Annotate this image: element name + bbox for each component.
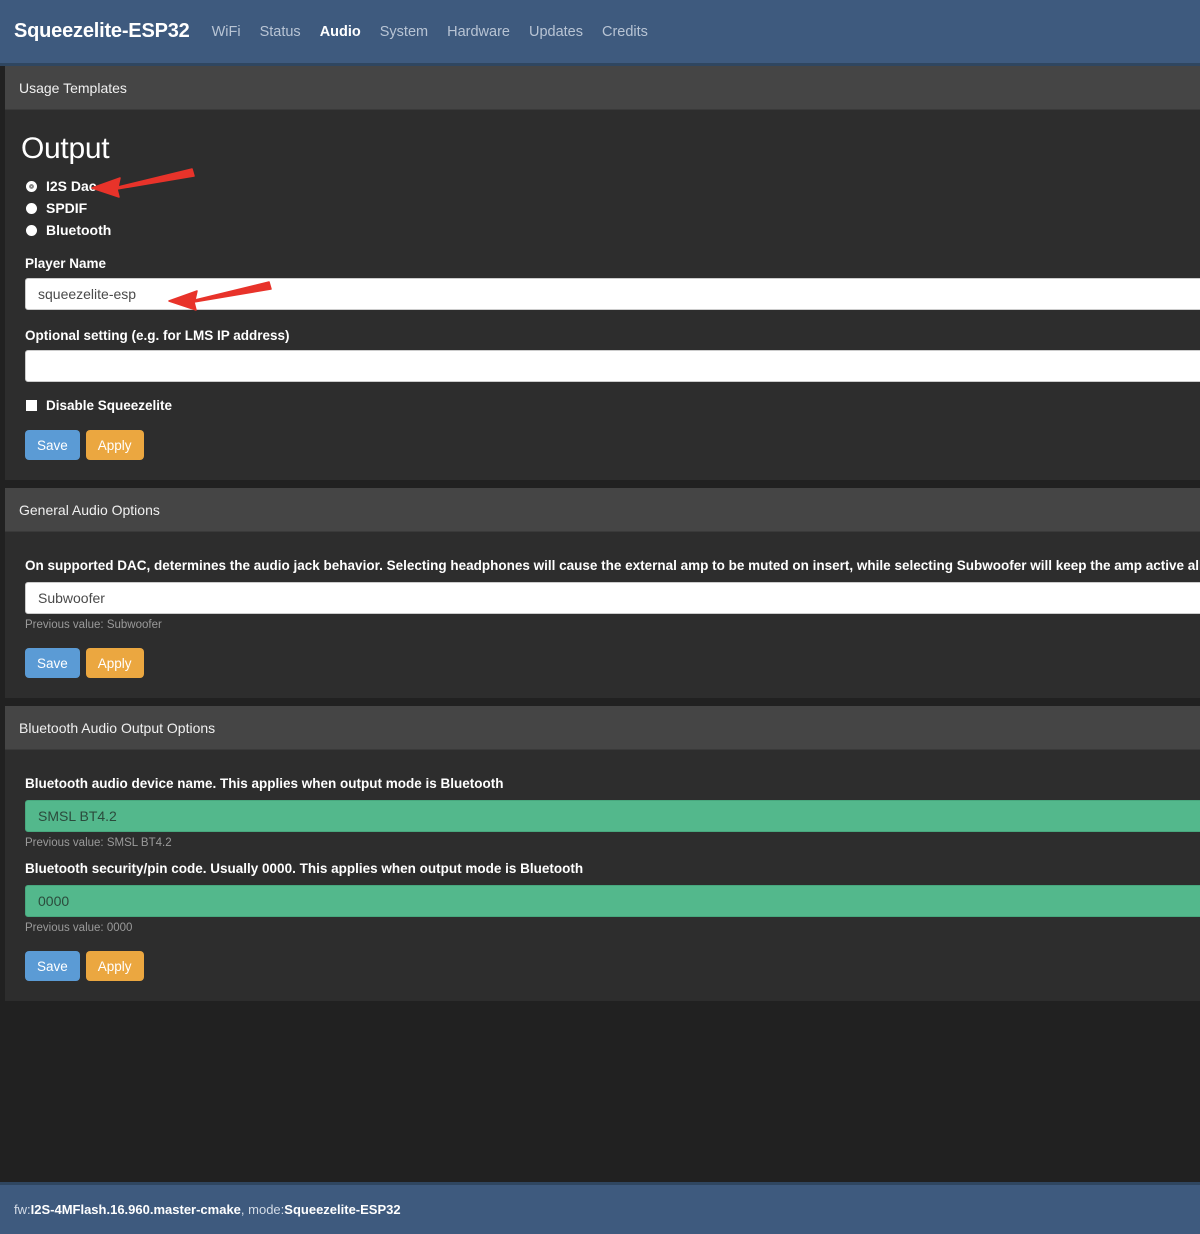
panel-body-usage-templates: Output I2S Dac SPDIF Bluetooth Player Na… xyxy=(5,110,1200,480)
bluetooth-pin-code-input[interactable] xyxy=(25,885,1200,917)
usage-templates-button-row: Save Apply xyxy=(25,430,1200,460)
panel-heading-usage-templates[interactable]: Usage Templates xyxy=(5,66,1200,110)
nav-link-updates[interactable]: Updates xyxy=(529,24,583,40)
bluetooth-device-name-label: Bluetooth audio device name. This applie… xyxy=(25,776,504,791)
footer-mode-prefix: , mode: xyxy=(240,1202,285,1217)
output-section-title: Output xyxy=(21,132,110,165)
nav-link-hardware[interactable]: Hardware xyxy=(447,24,510,40)
save-button-usage-templates[interactable]: Save xyxy=(25,430,80,460)
panel-body-general-audio-options: On supported DAC, determines the audio j… xyxy=(5,532,1200,698)
panel-usage-templates: Usage Templates Output I2S Dac SPDIF Blu… xyxy=(5,66,1200,480)
apply-button-bluetooth-audio[interactable]: Apply xyxy=(85,951,144,981)
general-audio-help-text: On supported DAC, determines the audio j… xyxy=(25,558,1200,573)
nav-link-audio[interactable]: Audio xyxy=(320,24,361,40)
navbar: Squeezelite-ESP32 WiFi Status Audio Syst… xyxy=(0,0,1200,66)
radio-spdif-label: SPDIF xyxy=(46,200,88,216)
bluetooth-pin-code-label: Bluetooth security/pin code. Usually 000… xyxy=(25,861,584,876)
panel-heading-general-audio-options[interactable]: General Audio Options xyxy=(5,488,1200,532)
optional-setting-input[interactable] xyxy=(25,350,1200,382)
footer-fw-prefix: fw: xyxy=(14,1202,31,1217)
save-button-general-audio[interactable]: Save xyxy=(25,648,80,678)
radio-i2s-dac-label: I2S Dac xyxy=(46,178,97,194)
radio-option-spdif[interactable]: SPDIF xyxy=(26,200,1200,216)
bluetooth-device-name-previous-value: Previous value: SMSL BT4.2 xyxy=(25,837,172,849)
bluetooth-audio-button-row: Save Apply xyxy=(25,951,1200,981)
radio-spdif-indicator[interactable] xyxy=(26,202,37,214)
general-audio-button-row: Save Apply xyxy=(25,648,1200,678)
checkbox-disable-squeezelite-indicator[interactable] xyxy=(26,400,37,411)
footer: fw: I2S-4MFlash.16.960.master-cmake, mod… xyxy=(0,1182,1200,1234)
bluetooth-pin-code-previous-value: Previous value: 0000 xyxy=(25,922,133,934)
radio-bluetooth-label: Bluetooth xyxy=(46,222,112,238)
player-name-input[interactable] xyxy=(25,278,1200,310)
radio-option-bluetooth[interactable]: Bluetooth xyxy=(26,222,1200,238)
panel-heading-bluetooth-audio-options[interactable]: Bluetooth Audio Output Options xyxy=(5,706,1200,750)
radio-i2s-dac-indicator[interactable] xyxy=(26,180,37,192)
panel-body-bluetooth-audio-options: Bluetooth audio device name. This applie… xyxy=(5,750,1200,1001)
jack-behavior-input[interactable] xyxy=(25,582,1200,614)
nav-links: WiFi Status Audio System Hardware Update… xyxy=(212,24,648,40)
apply-button-usage-templates[interactable]: Apply xyxy=(85,430,144,460)
player-name-label: Player Name xyxy=(25,256,107,271)
footer-mode-value: Squeezelite-ESP32 xyxy=(284,1202,401,1217)
nav-link-status[interactable]: Status xyxy=(260,24,301,40)
save-button-bluetooth-audio[interactable]: Save xyxy=(25,951,80,981)
footer-fw-value: I2S-4MFlash.16.960.master-cmake xyxy=(30,1202,241,1217)
checkbox-disable-squeezelite[interactable]: Disable Squeezelite xyxy=(26,398,1200,413)
radio-bluetooth-indicator[interactable] xyxy=(26,224,37,236)
panel-general-audio-options: General Audio Options On supported DAC, … xyxy=(5,488,1200,698)
brand-logo[interactable]: Squeezelite-ESP32 xyxy=(14,20,190,43)
apply-button-general-audio[interactable]: Apply xyxy=(85,648,144,678)
nav-link-system[interactable]: System xyxy=(380,24,428,40)
radio-option-i2s-dac[interactable]: I2S Dac xyxy=(26,178,1200,194)
nav-link-credits[interactable]: Credits xyxy=(602,24,648,40)
bluetooth-device-name-input[interactable] xyxy=(25,800,1200,832)
panel-bluetooth-audio-options: Bluetooth Audio Output Options Bluetooth… xyxy=(5,706,1200,1001)
optional-setting-label: Optional setting (e.g. for LMS IP addres… xyxy=(25,328,290,343)
checkbox-disable-squeezelite-label: Disable Squeezelite xyxy=(46,398,173,413)
nav-link-wifi[interactable]: WiFi xyxy=(212,24,241,40)
jack-behavior-previous-value: Previous value: Subwoofer xyxy=(25,619,162,631)
